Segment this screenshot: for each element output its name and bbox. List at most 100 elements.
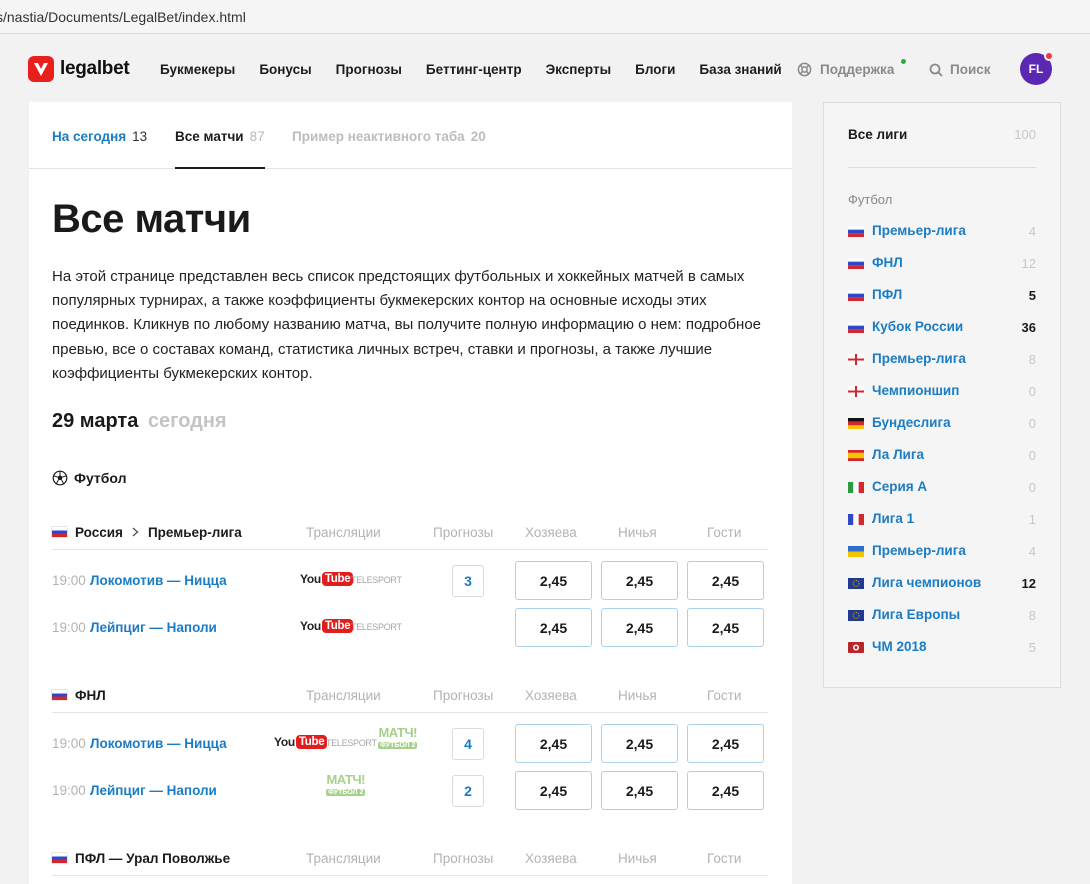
sidebar-sport-label: Футбол (848, 192, 893, 207)
sidebar-league-item[interactable]: Кубок России 36 (848, 319, 1036, 339)
odd-home-button[interactable]: 2,45 (515, 608, 592, 647)
youtube-logo[interactable]: You Tube (274, 735, 328, 749)
site-header: legalbet Букмекеры Бонусы Прогнозы Бетти… (0, 35, 1090, 103)
search-button[interactable]: Поиск (929, 62, 991, 77)
sidebar-league-item[interactable]: Лига Европы 8 (848, 607, 1036, 627)
match-teams-link[interactable]: Локомотив — Ницца (90, 573, 227, 588)
matchtv-logo[interactable]: МАТЧ! ФУТБОЛ 2 (378, 726, 418, 751)
sidebar-league-item[interactable]: ЧМ 2018 5 (848, 639, 1036, 659)
search-icon (929, 63, 943, 77)
sidebar-league-item[interactable]: Лига 1 1 (848, 511, 1036, 531)
youtube-logo[interactable]: You Tube (300, 619, 354, 633)
odd-away-button[interactable]: 2,45 (687, 771, 764, 810)
sidebar-league-label: Премьер-лига (872, 223, 966, 238)
sidebar-league-item[interactable]: Серия А 0 (848, 479, 1036, 499)
sidebar-league-label: Лига Европы (872, 607, 961, 622)
sidebar-league-item[interactable]: Премьер-лига 4 (848, 223, 1036, 243)
en-flag-icon (848, 386, 864, 397)
sidebar-league-count: 1 (1028, 512, 1036, 527)
sidebar-league-item[interactable]: Премьер-лига 8 (848, 351, 1036, 371)
sidebar-league-count: 5 (1028, 640, 1036, 655)
all-leagues-link[interactable]: Все лиги (848, 127, 907, 142)
match-row: 19:00 Лейпциг — Наполи You Tube TELESPORT… (52, 608, 768, 648)
matchtv-logo-title: МАТЧ! (326, 772, 365, 787)
nav-item-bookmakers[interactable]: Букмекеры (160, 62, 235, 77)
league-name[interactable]: ФНЛ (52, 688, 106, 703)
youtube-logo-you: You (300, 619, 321, 633)
match-teams-link[interactable]: Лейпциг — Наполи (90, 620, 217, 635)
sidebar-league-label: Лига чемпионов (872, 575, 982, 590)
odd-away-button[interactable]: 2,45 (687, 561, 764, 600)
nav-item-predictions[interactable]: Прогнозы (336, 62, 402, 77)
tab-label: На сегодня (52, 129, 127, 144)
sidebar-league-item[interactable]: ФНЛ 12 (848, 255, 1036, 275)
league-name[interactable]: ПФЛ — Урал Поволжье (52, 851, 230, 866)
matchtv-logo-channel: ФУТБОЛ 2 (326, 789, 366, 796)
sidebar-league-count: 8 (1028, 352, 1036, 367)
league-header: Россия Премьер-лига Трансляции Прогнозы … (52, 514, 768, 550)
nav-item-betting-center[interactable]: Беттинг-центр (426, 62, 522, 77)
russia-flag-icon (52, 526, 67, 537)
sidebar-league-item[interactable]: Премьер-лига 4 (848, 543, 1036, 563)
odd-draw-button[interactable]: 2,45 (601, 608, 678, 647)
browser-url-bar[interactable]: s/nastia/Documents/LegalBet/index.html (0, 0, 1090, 34)
odd-draw-button[interactable]: 2,45 (601, 561, 678, 600)
nav-item-bonuses[interactable]: Бонусы (259, 62, 311, 77)
predictions-count-button[interactable]: 2 (452, 775, 484, 807)
telesport-logo[interactable]: TELESPORT (351, 575, 402, 585)
sidebar-league-label: ЧМ 2018 (872, 639, 927, 654)
odd-away-button[interactable]: 2,45 (687, 608, 764, 647)
matchtv-logo-channel: ФУТБОЛ 2 (378, 742, 418, 749)
predictions-count-button[interactable]: 4 (452, 728, 484, 760)
main-card: На сегодня 13 Все матчи 87 Пример неактивн… (29, 102, 792, 884)
browser-url-text: s/nastia/Documents/LegalBet/index.html (0, 9, 246, 25)
match-time: 19:00 (52, 573, 86, 588)
match-teams-link[interactable]: Лейпциг — Наполи (90, 783, 217, 798)
all-leagues-count: 100 (1014, 127, 1036, 142)
sidebar-league-label: Премьер-лига (872, 543, 966, 558)
main-nav: Букмекеры Бонусы Прогнозы Беттинг-центр … (160, 62, 806, 77)
youtube-logo[interactable]: You Tube (300, 572, 354, 586)
telesport-logo[interactable]: TELESPORT (351, 622, 402, 632)
telesport-logo[interactable]: TELESPORT (326, 738, 377, 748)
ru-flag-icon (848, 322, 864, 333)
tab-today[interactable]: На сегодня 13 (52, 129, 147, 144)
sidebar-league-label: Ла Лига (872, 447, 924, 462)
en-flag-icon (848, 354, 864, 365)
youtube-logo-tube: Tube (321, 619, 354, 633)
sidebar-league-label: Серия А (872, 479, 928, 494)
odd-home-button[interactable]: 2,45 (515, 771, 592, 810)
predictions-count-button[interactable]: 3 (452, 565, 484, 597)
sidebar-league-item[interactable]: Бундеслига 0 (848, 415, 1036, 435)
match-teams-link[interactable]: Локомотив — Ницца (90, 736, 227, 751)
sidebar-league-label: Бундеслига (872, 415, 951, 430)
youtube-logo-tube: Tube (321, 572, 354, 586)
sidebar-league-item[interactable]: ПФЛ 5 (848, 287, 1036, 307)
user-avatar[interactable]: FL (1020, 51, 1054, 85)
logo[interactable]: legalbet (28, 56, 130, 82)
sidebar-league-count: 12 (1021, 576, 1036, 591)
sidebar-league-label: Чемпионшип (872, 383, 960, 398)
odd-home-button[interactable]: 2,45 (515, 724, 592, 763)
tab-all-matches[interactable]: Все матчи 87 (175, 129, 265, 144)
league-country: Россия (75, 525, 123, 540)
nav-item-knowledge-base[interactable]: База знаний (699, 62, 781, 77)
nav-item-blogs[interactable]: Блоги (635, 62, 675, 77)
odd-home-button[interactable]: 2,45 (515, 561, 592, 600)
sidebar-league-item[interactable]: Лига чемпионов 12 (848, 575, 1036, 595)
sidebar-league-count: 4 (1028, 224, 1036, 239)
col-away: Гости (707, 851, 742, 866)
odd-draw-button[interactable]: 2,45 (601, 724, 678, 763)
es-flag-icon (848, 450, 864, 461)
league-name[interactable]: Россия Премьер-лига (52, 525, 242, 540)
match-time: 19:00 (52, 783, 86, 798)
sidebar-league-item[interactable]: Ла Лига 0 (848, 447, 1036, 467)
russia-flag-icon (52, 689, 67, 700)
odd-draw-button[interactable]: 2,45 (601, 771, 678, 810)
tab-count: 20 (470, 129, 486, 144)
support-link[interactable]: Поддержка (797, 59, 906, 77)
matchtv-logo[interactable]: МАТЧ! ФУТБОЛ 2 (326, 772, 366, 798)
odd-away-button[interactable]: 2,45 (687, 724, 764, 763)
sidebar-league-item[interactable]: Чемпионшип 0 (848, 383, 1036, 403)
nav-item-experts[interactable]: Эксперты (546, 62, 612, 77)
